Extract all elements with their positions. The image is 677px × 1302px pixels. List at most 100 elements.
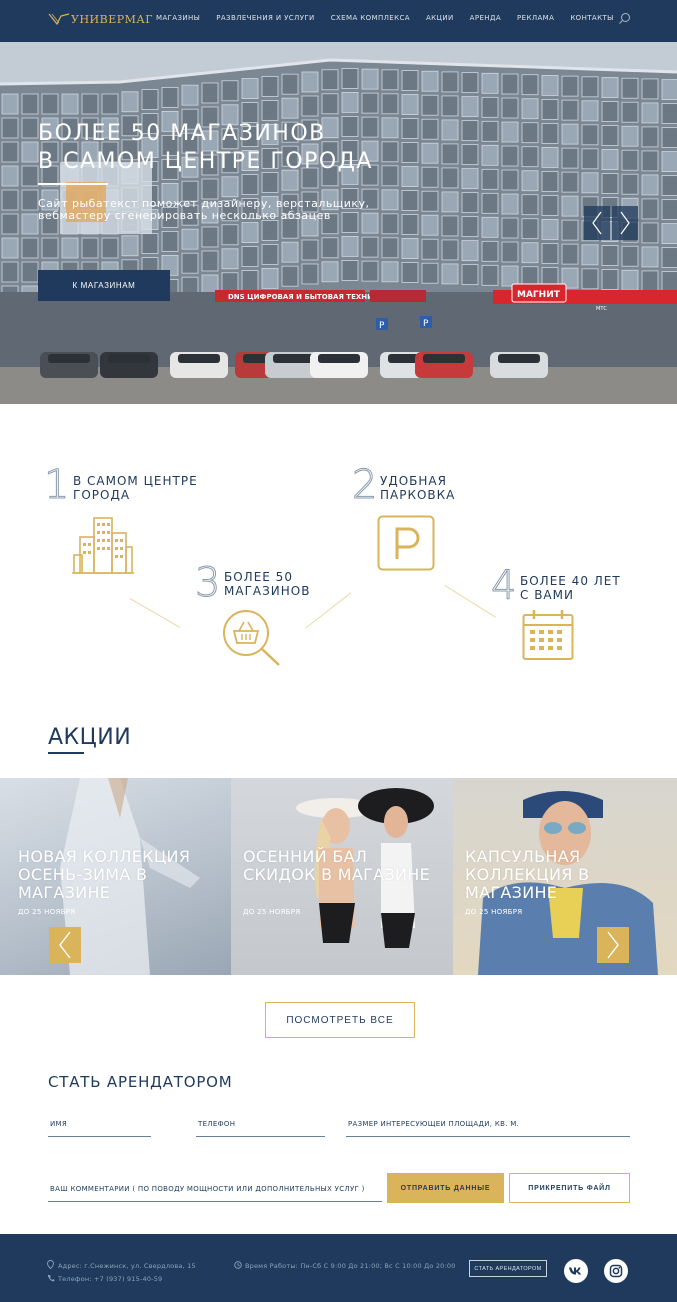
nav-item-entertainment[interactable]: РАЗВЛЕЧЕНИЯ И УСЛУГИ (216, 14, 314, 22)
feature-label-line: ПАРКОВКА (380, 488, 456, 502)
become-tenant-button[interactable]: СТАТЬ АРЕНДАТОРОМ (469, 1260, 547, 1277)
instagram-icon[interactable] (604, 1259, 628, 1283)
hero-slider: DNS ЦИФРОВАЯ И БЫТОВАЯ ТЕХНИКА МАГНИТ МТ… (0, 42, 677, 404)
hero-building-image: DNS ЦИФРОВАЯ И БЫТОВАЯ ТЕХНИКА МАГНИТ МТ… (0, 42, 677, 404)
building-window (501, 265, 519, 287)
building-window (501, 193, 519, 215)
building-window (541, 123, 559, 144)
promo-card[interactable]: КАПСУЛЬНАЯ КОЛЛЕКЦИЯ В МАГАЗИНЕ ДО 25 НО… (453, 778, 677, 975)
building-window (321, 261, 339, 283)
building-window (521, 194, 539, 216)
building-window (381, 69, 399, 91)
to-shops-button[interactable]: К МАГАЗИНАМ (38, 270, 170, 301)
comment-input[interactable] (48, 1182, 382, 1202)
promo-next-button[interactable] (597, 927, 629, 963)
building-window (481, 216, 499, 238)
building-window (601, 101, 619, 122)
hero-prev-button[interactable] (584, 206, 610, 240)
promo-card[interactable]: НОВАЯ КОЛЛЕКЦИЯ ОСЕНЬ-ЗИМА В МАГАЗИНЕ ДО… (0, 778, 231, 975)
magnit-sign: МАГНИТ (517, 290, 561, 300)
phone-input[interactable] (196, 1117, 325, 1137)
building-window (221, 272, 239, 294)
building-window (561, 171, 579, 193)
building-window (461, 72, 479, 94)
nav-item-promos[interactable]: АКЦИИ (426, 14, 454, 22)
building-window (581, 124, 599, 146)
building-window (561, 243, 579, 265)
feature-label: В САМОМ ЦЕНТРЕ ГОРОДА (73, 474, 198, 502)
building-window (561, 219, 579, 241)
feature-label-line: БОЛЕЕ 40 ЛЕТ (520, 574, 621, 588)
building-window (361, 92, 379, 114)
search-icon[interactable] (618, 12, 631, 25)
building-window (441, 239, 459, 261)
phone-icon (48, 1275, 55, 1282)
vk-icon[interactable] (564, 1259, 588, 1283)
feature-label-line: МАГАЗИНОВ (224, 584, 311, 598)
name-input[interactable] (48, 1117, 151, 1137)
instagram-glyph (609, 1264, 623, 1278)
building-window (181, 228, 199, 250)
promo-title: КАПСУЛЬНАЯ КОЛЛЕКЦИЯ В МАГАЗИНЕ (465, 847, 590, 902)
building-window (421, 262, 439, 284)
building-window (221, 176, 239, 198)
building-window (501, 121, 519, 143)
area-input[interactable] (346, 1117, 630, 1137)
nav-item-rent[interactable]: АРЕНДА (470, 14, 501, 22)
hero-title-line-1: БОЛЕЕ 50 МАГАЗИНОВ (38, 121, 326, 146)
nav-item-shops[interactable]: МАГАЗИНЫ (156, 14, 200, 22)
building-window (321, 93, 339, 115)
building-window (421, 238, 439, 260)
building-window (1, 93, 19, 115)
clock-icon (234, 1261, 242, 1269)
building-window (621, 149, 639, 171)
building-window (241, 78, 259, 99)
building-window (21, 117, 39, 139)
footer-address: Адрес: г.Снежинск, ул. Свердлова, 15 (58, 1262, 196, 1270)
building-window (221, 80, 239, 102)
promo-date: ДО 25 НОЯБРЯ (243, 908, 301, 916)
nav-item-advertising[interactable]: РЕКЛАМА (517, 14, 554, 22)
building-window (341, 260, 359, 281)
building-window (441, 215, 459, 237)
building-window (621, 173, 639, 195)
building-window (401, 70, 419, 91)
building-window (361, 68, 379, 90)
building-window (281, 97, 299, 119)
hero-next-button[interactable] (612, 206, 638, 240)
building-window (661, 199, 677, 221)
attach-file-button[interactable]: ПРИКРЕПИТЬ ФАЙЛ (509, 1173, 630, 1203)
building-window (1, 141, 19, 163)
feature-number: 1 (43, 462, 70, 508)
car (40, 352, 98, 378)
logo[interactable]: УНИВЕРМАГ (48, 11, 153, 27)
building-window (661, 103, 677, 125)
building-window (301, 263, 319, 285)
chevron-right-icon (607, 931, 619, 959)
shopping-basket-search-icon (223, 610, 280, 666)
building-window (401, 262, 419, 283)
view-all-button[interactable]: ПОСМОТРЕТЬ ВСЕ (265, 1002, 415, 1038)
building-window (621, 269, 639, 291)
send-button[interactable]: ОТПРАВИТЬ ДАННЫЕ (387, 1173, 504, 1203)
feature-number: 4 (490, 563, 517, 609)
promo-prev-button[interactable] (49, 927, 81, 963)
building-window (561, 75, 579, 97)
nav-item-contacts[interactable]: КОНТАКТЫ (570, 14, 613, 22)
promo-title: НОВАЯ КОЛЛЕКЦИЯ ОСЕНЬ-ЗИМА В МАГАЗИНЕ (18, 847, 191, 902)
building-window (641, 246, 659, 268)
building-window (21, 141, 39, 163)
building-window (381, 93, 399, 115)
building-window (1, 117, 19, 139)
building-window (581, 148, 599, 170)
nav-item-complex-map[interactable]: СХЕМА КОМПЛЕКСА (331, 14, 410, 22)
building-window (121, 91, 139, 113)
building-window (401, 190, 419, 211)
building-window (481, 144, 499, 166)
building-window (601, 173, 619, 194)
feature-label: УДОБНАЯ ПАРКОВКА (380, 474, 455, 502)
building-window (581, 100, 599, 122)
promo-card[interactable]: ОСЕННИЙ БАЛ СКИДОК В МАГАЗИНЕ ДО 25 НОЯБ… (231, 778, 453, 975)
building-window (381, 237, 399, 259)
building-window (381, 261, 399, 283)
